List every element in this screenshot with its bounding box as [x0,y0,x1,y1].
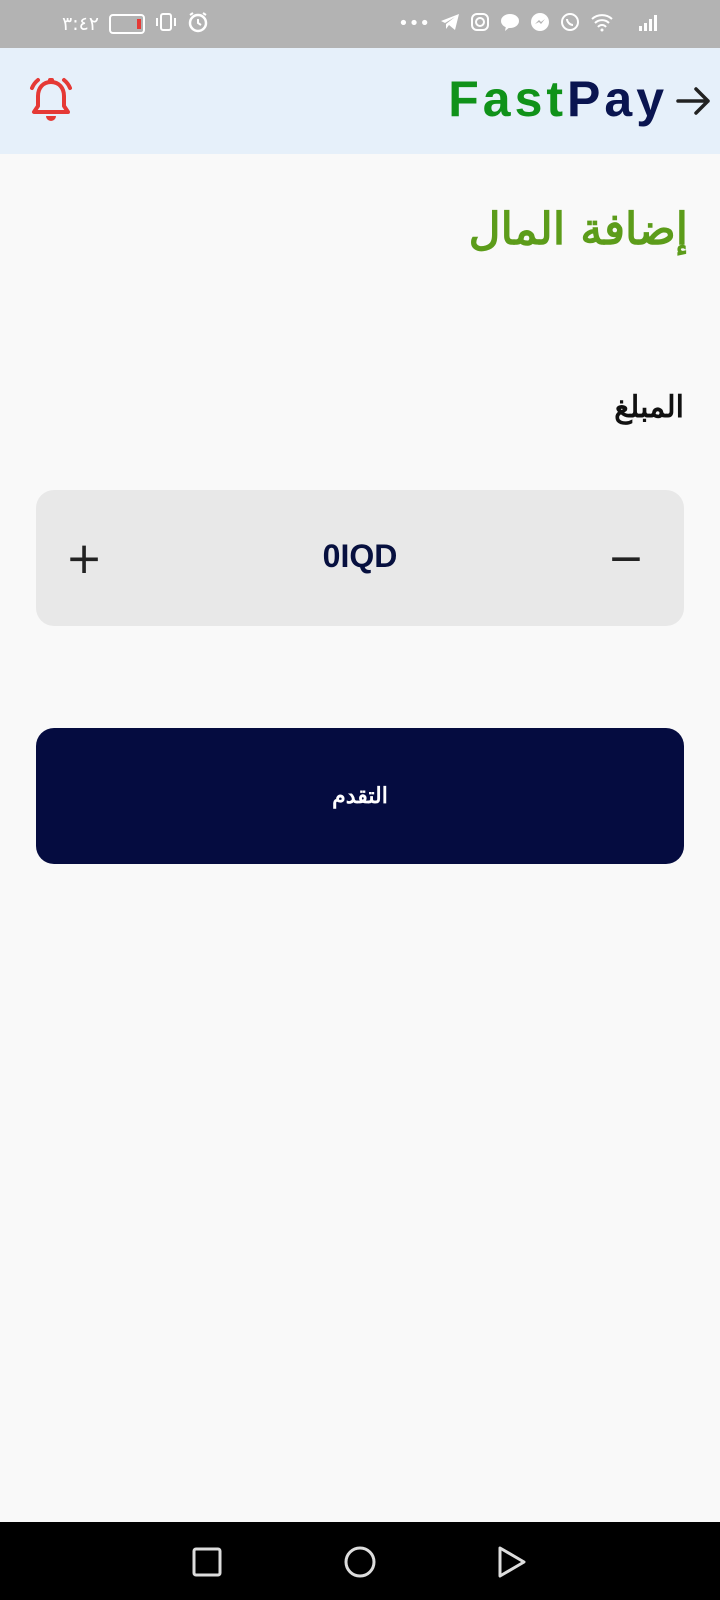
vibrate-icon [155,12,177,36]
decrement-button[interactable]: − [596,528,656,588]
whatsapp-icon [560,12,580,36]
instagram-icon [470,12,490,36]
proceed-label: التقدم [332,783,388,809]
home-circle-icon[interactable] [340,1542,380,1582]
more-notifications-icon: ••• [398,13,430,34]
recents-square-icon[interactable] [187,1542,227,1582]
signal-icon [638,12,660,36]
telegram-icon [440,13,460,35]
page-title: إضافة المال [468,204,688,255]
amount-label: المبلغ [614,390,684,425]
brand-logo: FastPay [448,72,668,126]
messenger-icon [530,12,550,36]
brand-pay: Pay [567,71,668,127]
chat-icon [500,12,520,36]
bell-icon[interactable] [26,76,76,126]
wifi-icon [590,12,614,36]
battery-icon [109,14,146,34]
amount-value: 0IQD [322,538,398,574]
status-right: ••• [398,12,660,36]
status-bar: ٣:٤٢ ••• [0,0,720,48]
amount-stepper: + 0IQD − [36,490,684,626]
app-header: FastPay [0,48,720,154]
status-time: ٣:٤٢ [62,13,100,35]
back-arrow-icon[interactable] [674,82,712,120]
system-nav-bar [0,1522,720,1600]
alarm-icon [187,11,209,37]
proceed-button[interactable]: التقدم [36,728,684,864]
brand-fast: Fast [448,71,568,127]
back-triangle-icon[interactable] [492,1542,532,1582]
status-left: ٣:٤٢ [62,11,209,37]
